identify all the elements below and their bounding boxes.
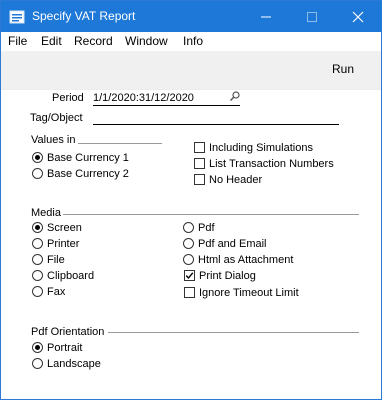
pdf-orientation-heading: Pdf Orientation (31, 326, 105, 338)
values-in-divider (78, 143, 162, 144)
media-printer-radio[interactable] (32, 238, 43, 249)
values-in-heading: Values in (31, 134, 76, 146)
media-clipboard-label: Clipboard (47, 270, 95, 282)
menu-record[interactable]: Record (74, 34, 113, 48)
menu-window[interactable]: Window (125, 34, 168, 48)
media-file-radio[interactable] (32, 254, 43, 265)
menu-edit[interactable]: Edit (41, 34, 62, 48)
portrait-radio[interactable] (32, 342, 43, 353)
media-fax-radio[interactable] (32, 286, 43, 297)
media-html-attachment-radio[interactable] (183, 254, 194, 265)
base-currency-1-label: Base Currency 1 (47, 152, 129, 164)
base-currency-1-radio[interactable] (32, 152, 43, 163)
title-bar[interactable]: Specify VAT Report (1, 1, 381, 32)
media-printer-label: Printer (47, 238, 80, 250)
run-button[interactable]: Run (332, 62, 354, 76)
portrait-label: Portrait (47, 342, 83, 354)
no-header-checkbox[interactable] (194, 174, 205, 185)
checkmark-icon (185, 272, 194, 280)
media-divider (63, 214, 359, 215)
maximize-button[interactable] (289, 1, 335, 32)
list-transaction-numbers-checkbox[interactable] (194, 158, 205, 169)
including-simulations-checkbox[interactable] (194, 142, 205, 153)
menu-bar: File Edit Record Window Info (1, 32, 381, 51)
toolbar: Run (1, 51, 381, 90)
tag-object-label: Tag/Object (30, 112, 83, 124)
media-html-attachment-label: Html as Attachment (198, 254, 294, 266)
landscape-radio[interactable] (32, 358, 43, 369)
media-pdf-label: Pdf (198, 222, 215, 234)
media-pdf-email-radio[interactable] (183, 238, 194, 249)
tag-object-field[interactable] (93, 111, 339, 125)
report-window: Specify VAT Report File Edit Record Wind… (0, 0, 382, 400)
base-currency-2-radio[interactable] (32, 168, 43, 179)
media-screen-label: Screen (47, 222, 82, 234)
maximize-icon (307, 11, 317, 22)
including-simulations-label: Including Simulations (209, 142, 313, 154)
pdf-orientation-divider (108, 332, 359, 333)
media-pdf-radio[interactable] (183, 222, 194, 233)
media-file-label: File (47, 254, 65, 266)
period-value: 1/1/2020:31/12/2020 (93, 92, 194, 104)
print-dialog-checkbox[interactable] (184, 270, 195, 281)
media-screen-radio[interactable] (32, 222, 43, 233)
media-pdf-email-label: Pdf and Email (198, 238, 267, 250)
close-button[interactable] (335, 1, 381, 32)
menu-file[interactable]: File (8, 34, 27, 48)
app-icon (9, 10, 25, 24)
landscape-label: Landscape (47, 358, 101, 370)
period-field[interactable]: 1/1/2020:31/12/2020 (93, 92, 240, 106)
media-heading: Media (31, 207, 61, 219)
media-fax-label: Fax (47, 286, 66, 298)
ignore-timeout-label: Ignore Timeout Limit (199, 287, 299, 299)
base-currency-2-label: Base Currency 2 (47, 168, 129, 180)
paste-special-icon[interactable] (229, 90, 241, 102)
ignore-timeout-checkbox[interactable] (184, 287, 195, 298)
close-icon (352, 11, 364, 22)
minimize-icon (261, 16, 271, 17)
list-transaction-numbers-label: List Transaction Numbers (209, 158, 334, 170)
period-label: Period (52, 92, 84, 104)
minimize-button[interactable] (243, 1, 289, 32)
window-title: Specify VAT Report (32, 9, 136, 23)
no-header-label: No Header (209, 174, 263, 186)
menu-info[interactable]: Info (183, 34, 203, 48)
media-clipboard-radio[interactable] (32, 270, 43, 281)
print-dialog-label: Print Dialog (199, 270, 256, 282)
